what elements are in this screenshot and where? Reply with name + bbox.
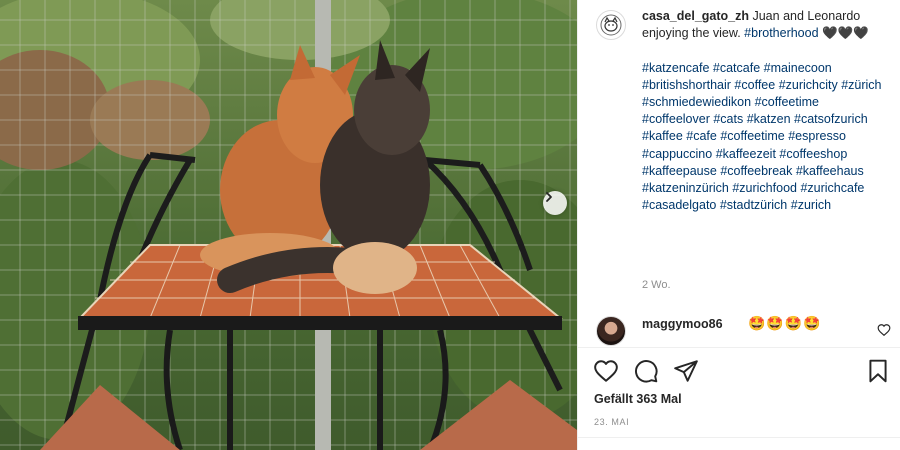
hashtag-link[interactable]: #coffeetime <box>720 129 784 143</box>
paper-plane-icon <box>674 360 698 382</box>
like-count[interactable]: Gefällt 363 Mal <box>594 392 682 406</box>
hashtag-link[interactable]: #katzeninzürich <box>642 181 729 195</box>
action-bar <box>592 358 892 388</box>
photo-illustration <box>0 0 577 450</box>
post-date[interactable]: 23. MAI <box>594 417 629 427</box>
commenter-username[interactable]: maggymoo86 <box>642 317 723 331</box>
comment-like-heart-icon[interactable] <box>877 323 891 337</box>
hashtag-link[interactable]: #espresso <box>788 129 846 143</box>
hashtag-link[interactable]: #zurich <box>791 198 831 212</box>
comment-bubble-icon <box>635 360 658 383</box>
hashtag-link[interactable]: #zurichcafe <box>800 181 864 195</box>
hashtag-link[interactable]: #coffeebreak <box>720 164 792 178</box>
author-username[interactable]: casa_del_gato_zh <box>642 9 749 23</box>
save-button[interactable] <box>864 358 892 386</box>
bookmark-icon <box>869 359 887 383</box>
hashtag-link[interactable]: #casadelgato <box>642 198 716 212</box>
author-avatar[interactable] <box>596 10 626 40</box>
hashtag-link[interactable]: #zurichfood <box>732 181 797 195</box>
next-photo-button[interactable] <box>543 191 567 215</box>
chevron-right-icon <box>546 192 552 202</box>
cat-logo-icon <box>600 14 622 36</box>
hashtag-link[interactable]: #britishshorthair <box>642 78 731 92</box>
hashtag-link[interactable]: #coffeetime <box>755 95 819 109</box>
post-photo[interactable] <box>0 0 577 450</box>
hashtag-link[interactable]: #zurichcity <box>779 78 838 92</box>
hashtag-link[interactable]: #kaffee <box>642 129 683 143</box>
hashtag-link[interactable]: #katzencafe <box>642 61 709 75</box>
hashtag-link[interactable]: #catcafe <box>713 61 760 75</box>
hashtag-link[interactable]: #kaffeepause <box>642 164 717 178</box>
comment-row: maggymoo86 🤩🤩🤩🤩 <box>594 314 894 346</box>
hashtag-link[interactable]: #kaffeehaus <box>796 164 864 178</box>
post-sidebar: casa_del_gato_zh Juan and Leonardo enjoy… <box>577 0 900 450</box>
share-button[interactable] <box>672 358 700 386</box>
hashtag-link[interactable]: #zürich <box>841 78 881 92</box>
hashtag-link[interactable]: #schmiedewiedikon <box>642 95 751 109</box>
comment-button[interactable] <box>632 358 660 386</box>
post-time-ago[interactable]: 2 Wo. <box>642 279 671 291</box>
divider <box>578 437 900 438</box>
like-button[interactable] <box>592 358 620 386</box>
hashtag-link[interactable]: #cats <box>713 112 743 126</box>
hashtag-link[interactable]: #mainecoon <box>764 61 832 75</box>
caption-hearts: 🖤🖤🖤 <box>822 26 869 41</box>
hashtag-link[interactable]: #katzen <box>747 112 791 126</box>
hashtag-link[interactable]: #catsofzurich <box>794 112 868 126</box>
heart-outline-icon <box>594 360 618 382</box>
hashtag-link[interactable]: #cafe <box>686 129 717 143</box>
hashtag-link[interactable]: #stadtzürich <box>720 198 787 212</box>
hashtag-link[interactable]: #coffeeshop <box>779 147 847 161</box>
hashtag-link[interactable]: #cappuccino <box>642 147 712 161</box>
hashtag-link[interactable]: #kaffeezeit <box>716 147 776 161</box>
hashtag-link[interactable]: #coffee <box>734 78 775 92</box>
caption-text: casa_del_gato_zh Juan and Leonardo enjoy… <box>642 8 887 214</box>
divider <box>578 347 900 348</box>
commenter-avatar[interactable] <box>596 316 626 346</box>
hashtag-list: #katzencafe #catcafe #mainecoon #british… <box>642 61 882 213</box>
hashtag-link[interactable]: #brotherhood <box>744 26 818 40</box>
hashtag-link[interactable]: #coffeelover <box>642 112 710 126</box>
comment-text: 🤩🤩🤩🤩 <box>748 315 822 331</box>
